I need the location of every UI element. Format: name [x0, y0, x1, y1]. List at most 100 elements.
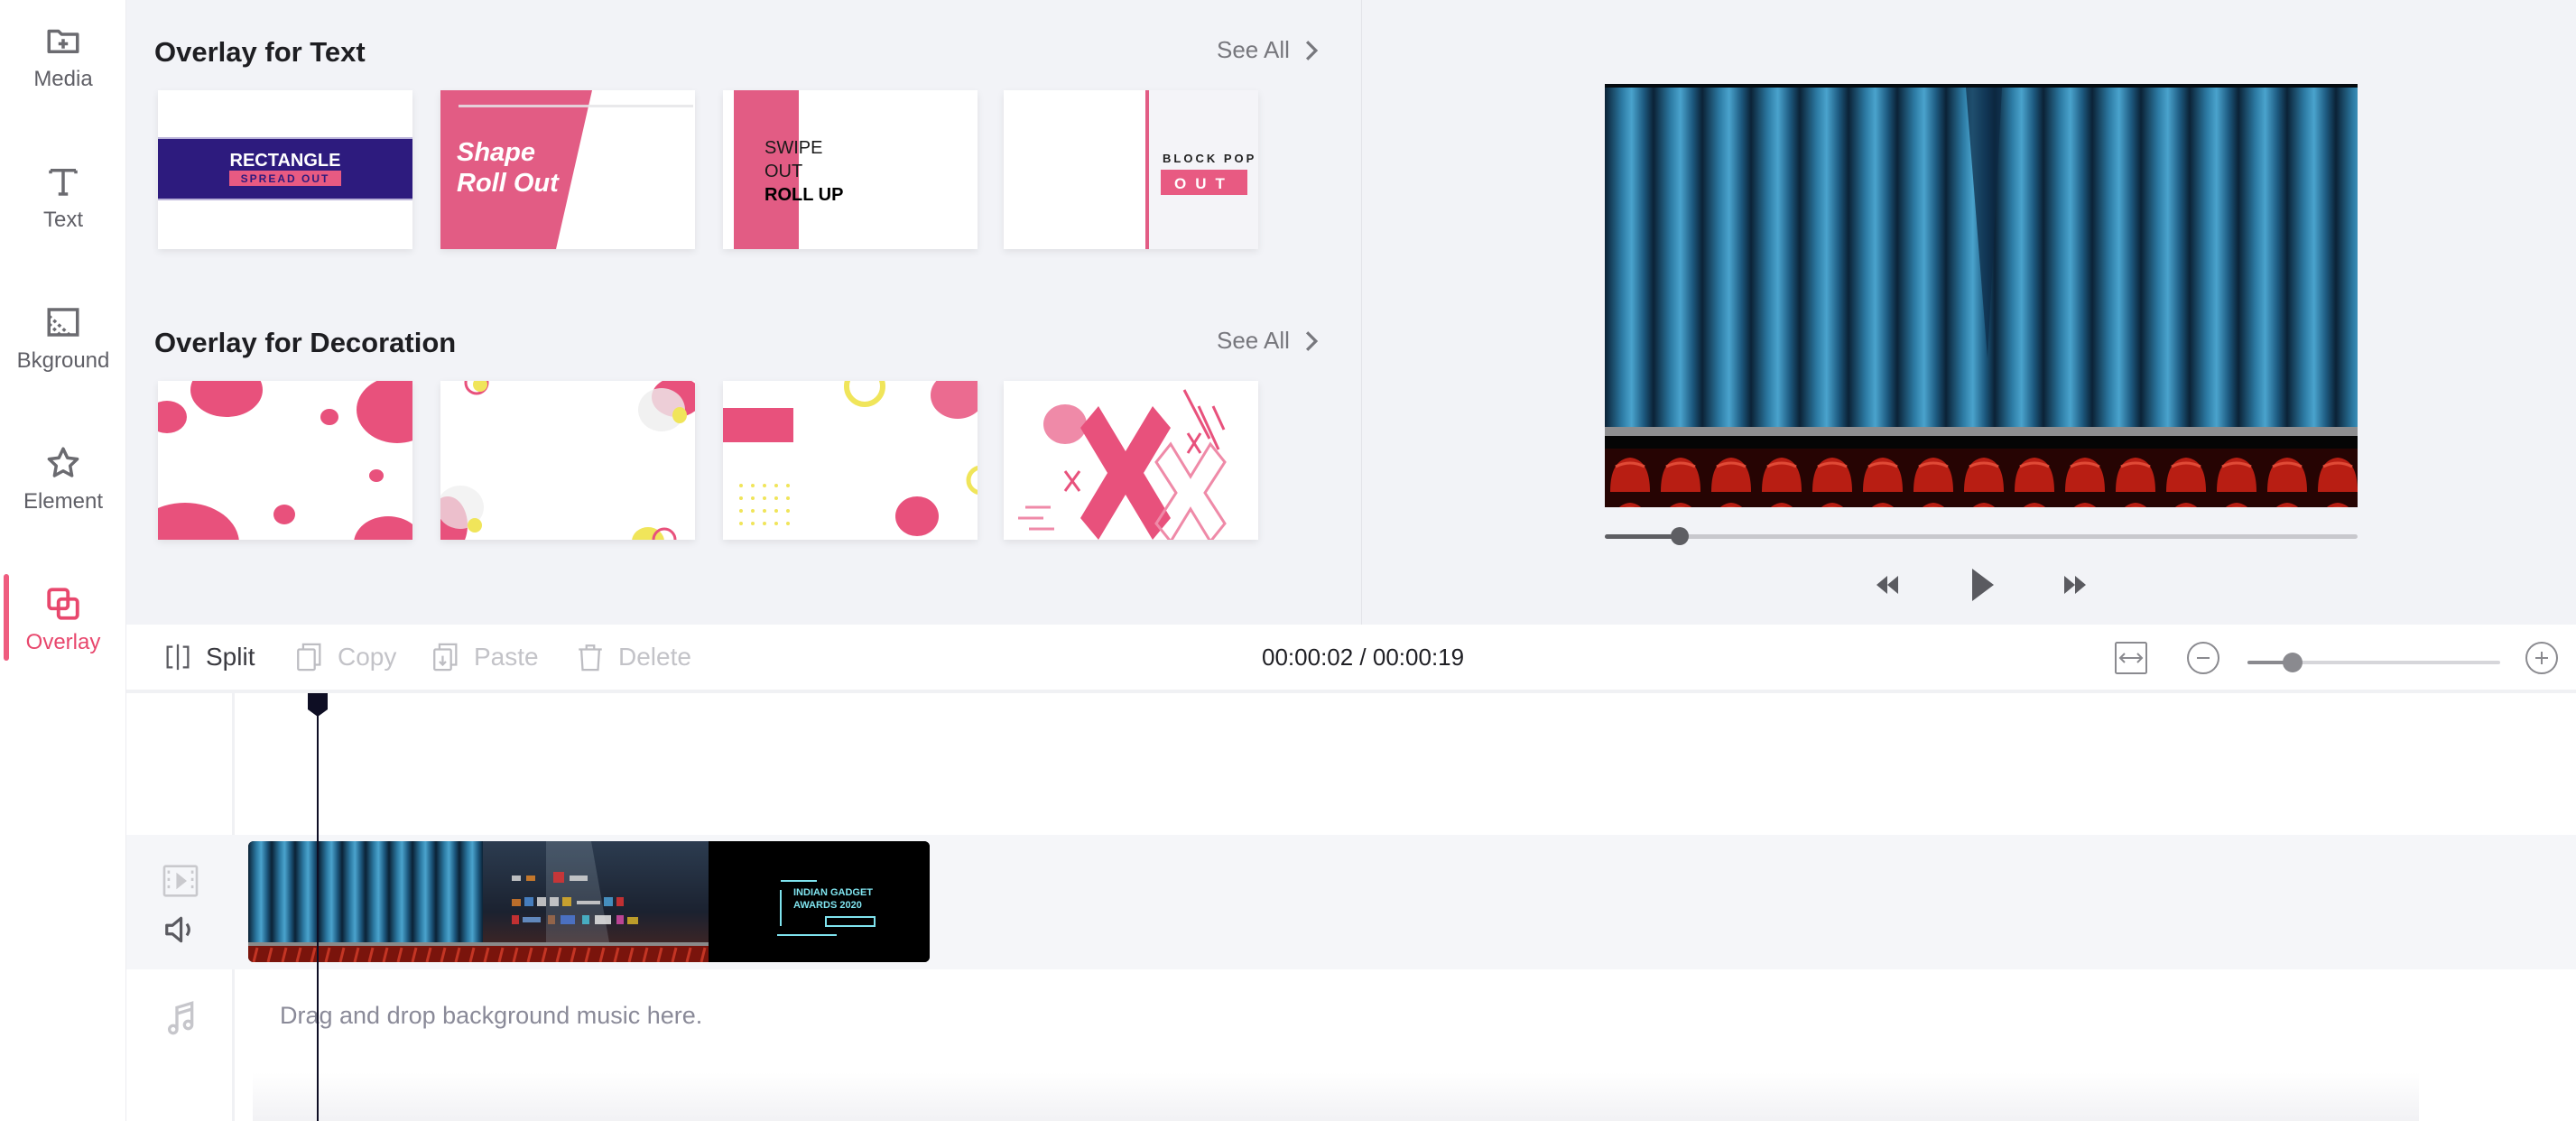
- paste-label: Paste: [474, 643, 539, 671]
- video-track-icon: [162, 865, 199, 897]
- overlay-thumbnail: Shape Roll Out: [440, 90, 695, 249]
- clip-thumbnails: INDIAN GADGET AWARDS 2020: [248, 841, 930, 962]
- film-icon: [162, 865, 199, 897]
- play-button[interactable]: [1963, 565, 1999, 605]
- overlay-thumbnail: [440, 381, 695, 540]
- delete-label: Delete: [618, 643, 691, 671]
- clip-text: INDIAN GADGET: [793, 887, 873, 898]
- folder-plus-icon: [47, 29, 79, 53]
- scrubber-thumb[interactable]: [1671, 527, 1690, 545]
- background-icon: [47, 308, 79, 337]
- overlay-thumbnail: [1004, 381, 1258, 540]
- paste-icon: [433, 643, 458, 672]
- see-all-label: See All: [1217, 327, 1290, 354]
- delete-button[interactable]: Delete: [575, 625, 691, 690]
- paste-button[interactable]: Paste: [431, 625, 539, 690]
- timeline-toolbar: Split Copy Paste Delete 00:00:02 / 00:00…: [126, 625, 2576, 693]
- rewind-icon: [1876, 576, 1898, 594]
- fast-forward-icon: [2064, 576, 2086, 594]
- card-text: Roll Out: [457, 169, 560, 198]
- music-drop-zone[interactable]: Drag and drop background music here.: [280, 1002, 702, 1030]
- sidebar-item-label: Bkground: [16, 348, 110, 373]
- overlay-card-shape-roll-out[interactable]: Shape Roll Out: [440, 90, 695, 249]
- zoom-out-button[interactable]: [2186, 641, 2220, 675]
- video-clip[interactable]: INDIAN GADGET AWARDS 2020: [248, 841, 930, 962]
- overlay-thumbnail: SWIPE OUT ROLL UP: [723, 90, 978, 249]
- sidebar-item-overlay[interactable]: Overlay: [0, 570, 126, 670]
- chevron-right-icon: [1305, 40, 1319, 60]
- sidebar-item-element[interactable]: Element: [0, 430, 126, 529]
- copy-button[interactable]: Copy: [294, 625, 396, 690]
- overlay-thumbnail: [158, 381, 412, 540]
- overlay-thumbnail: [723, 381, 978, 540]
- section-title: Overlay for Text: [154, 36, 366, 68]
- overlay-library: Overlay for Text See All RECTANGLE SPREA…: [126, 0, 1362, 625]
- fast-forward-button[interactable]: [2057, 569, 2093, 601]
- timeline-zoom-slider[interactable]: [2247, 653, 2500, 672]
- see-all-link[interactable]: See All: [1217, 327, 1320, 355]
- zoom-slider-thumb[interactable]: [2283, 653, 2303, 672]
- mute-audio-button[interactable]: [162, 913, 197, 946]
- split-icon: [166, 644, 190, 671]
- zoom-out-icon: [2187, 642, 2219, 674]
- sidebar-item-label: Media: [33, 67, 93, 91]
- text-icon: [49, 169, 78, 196]
- overlay-thumbnail: BLOCK POP OUT: [1004, 90, 1258, 249]
- overlay-card-decoration-circles[interactable]: [158, 381, 412, 540]
- sidebar-item-media[interactable]: Media: [0, 7, 126, 107]
- card-text: SWIPE: [764, 138, 822, 158]
- timecode: 00:00:02 / 00:00:19: [1262, 643, 1465, 671]
- playhead-marker-icon: [308, 693, 328, 717]
- scrubber-progress: [1605, 534, 1681, 539]
- playback-scrubber[interactable]: [1605, 527, 2358, 545]
- zoom-in-button[interactable]: [2525, 641, 2559, 675]
- section-title: Overlay for Decoration: [154, 327, 457, 358]
- zoom-in-icon: [2525, 642, 2558, 674]
- overlay-icon: [47, 588, 79, 620]
- card-text: ROLL UP: [764, 185, 843, 205]
- sidebar-item-label: Overlay: [25, 630, 101, 654]
- card-text: SPREAD OUT: [241, 172, 330, 185]
- see-all-link[interactable]: See All: [1217, 36, 1320, 64]
- copy-icon: [297, 643, 321, 672]
- overlay-card-swipe-out-roll-up[interactable]: SWIPE OUT ROLL UP: [723, 90, 978, 249]
- overlay-card-decoration-geometric[interactable]: [723, 381, 978, 540]
- see-all-label: See All: [1217, 36, 1290, 63]
- split-label: Split: [206, 643, 255, 671]
- overlay-card-block-pop-out[interactable]: BLOCK POP OUT: [1004, 90, 1258, 249]
- scroll-shadow: [253, 1072, 2419, 1121]
- copy-label: Copy: [338, 643, 397, 671]
- overlay-card-decoration-crosses[interactable]: [1004, 381, 1258, 540]
- overlay-card-decoration-corner-bubbles[interactable]: [440, 381, 695, 540]
- sidebar-item-label: Element: [23, 489, 104, 514]
- music-note-icon: [168, 1001, 194, 1035]
- sidebar-item-text[interactable]: Text: [0, 148, 126, 247]
- preview-panel: [1362, 0, 2576, 625]
- chevron-right-icon: [1305, 330, 1319, 351]
- timeline: INDIAN GADGET AWARDS 2020 Drag and drop …: [126, 693, 2576, 1121]
- overlay-card-rectangle-spread-out[interactable]: RECTANGLE SPREAD OUT: [158, 90, 412, 249]
- fit-to-width-button[interactable]: [2114, 641, 2148, 675]
- card-text: RECTANGLE: [230, 151, 341, 171]
- clip-text: AWARDS 2020: [793, 900, 862, 911]
- sidebar-item-label: Text: [42, 208, 83, 232]
- card-text: BLOCK POP: [1163, 152, 1256, 165]
- playhead-line: [317, 693, 319, 1121]
- split-button[interactable]: Split: [162, 625, 255, 690]
- sidebar-item-background[interactable]: Bkground: [0, 289, 126, 388]
- card-text: OUT: [1174, 175, 1234, 192]
- trash-icon: [579, 644, 602, 672]
- fit-width-icon: [2115, 642, 2147, 674]
- card-text: Shape: [457, 138, 535, 167]
- music-track-icon: [166, 1000, 197, 1036]
- overlay-thumbnail: RECTANGLE SPREAD OUT: [158, 90, 412, 249]
- play-icon: [1972, 569, 1994, 601]
- rewind-button[interactable]: [1869, 569, 1905, 601]
- star-icon: [47, 447, 79, 477]
- stage-curtain-image: [1605, 88, 2358, 507]
- card-text: OUT: [764, 162, 802, 181]
- speaker-icon: [165, 916, 190, 943]
- playhead-handle[interactable]: [308, 693, 328, 717]
- sidebar: Media Text Bkground Element Overlay: [0, 0, 126, 1121]
- video-preview[interactable]: [1605, 84, 2358, 507]
